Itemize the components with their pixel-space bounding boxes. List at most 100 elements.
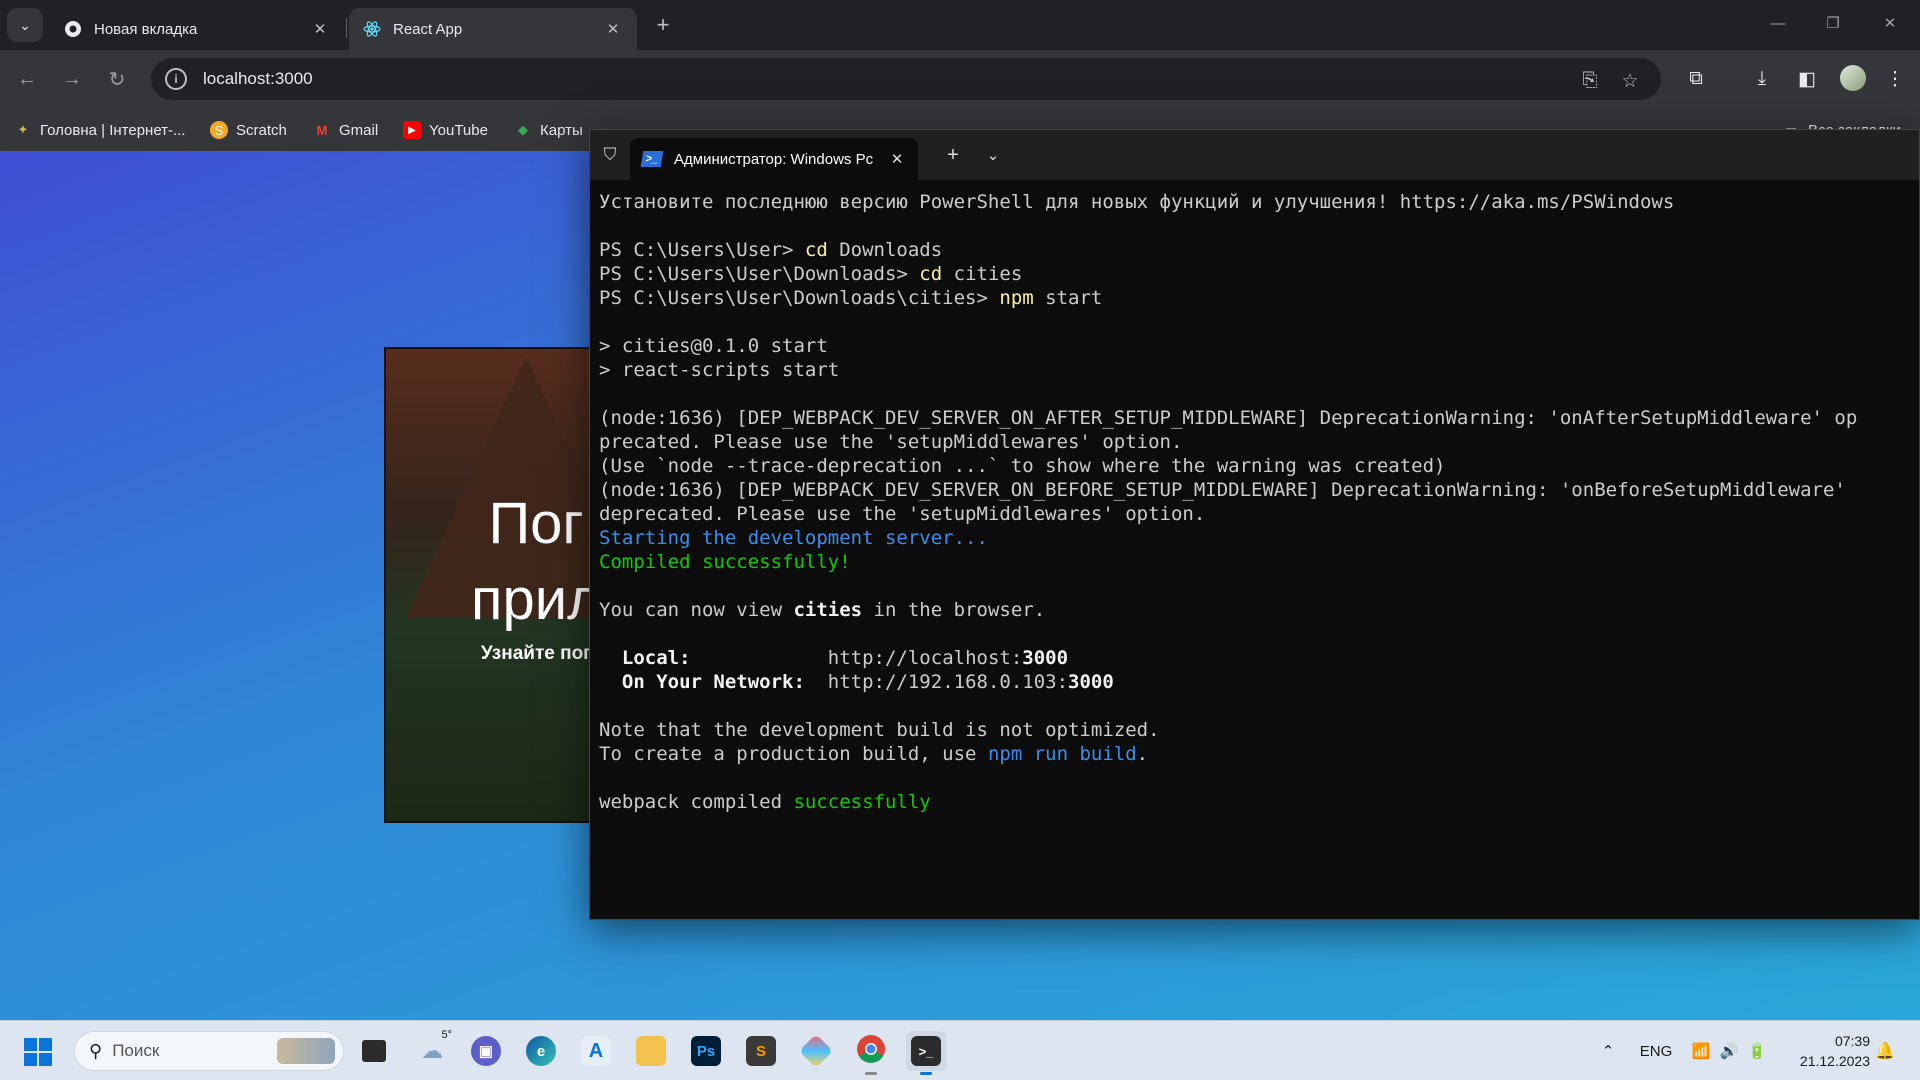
bookmark-label: Карты (540, 121, 583, 139)
bookmark-favicon: ✦ (17, 122, 29, 137)
close-terminal-tab-icon[interactable]: ✕ (888, 150, 906, 168)
diamond-app-icon (799, 1034, 833, 1068)
bookmark-item[interactable]: M Gmail (313, 117, 379, 143)
restore-icon[interactable]: ❐ (1811, 8, 1855, 38)
bookmark-star-icon[interactable]: ☆ (1617, 68, 1643, 94)
bookmark-item[interactable]: S Scratch (210, 117, 287, 143)
taskbar-search[interactable]: ⚲ Поиск (74, 1031, 344, 1071)
react-icon (363, 20, 381, 38)
system-clock[interactable]: 07:39 21.12.2023 (1786, 1031, 1870, 1071)
browser-toolbar: ← → ↻ i localhost:3000 ⎘ ☆ ⧉ ⤓ ◧ ⋮ (0, 50, 1920, 108)
chrome-icon (856, 1034, 886, 1069)
explorer-button[interactable] (631, 1031, 671, 1071)
terminal-button[interactable]: >_ (906, 1031, 946, 1075)
site-info-icon[interactable]: i (165, 68, 187, 90)
reload-icon[interactable]: ↻ (102, 64, 132, 94)
edge-icon: e (526, 1036, 556, 1066)
app-button[interactable] (796, 1031, 836, 1071)
search-icon: ⚲ (89, 1040, 103, 1061)
tab-title: Новая вкладка (94, 20, 198, 38)
start-button[interactable] (24, 1038, 52, 1066)
scratch-icon: S (210, 121, 228, 139)
terminal-line: webpack compiled successfully (599, 791, 931, 813)
bookmark-item[interactable]: ▶ YouTube (403, 117, 488, 143)
terminal-icon: >_ (911, 1036, 941, 1066)
terminal-output[interactable]: Установите последнюю версию PowerShell д… (599, 190, 1919, 919)
close-window-icon[interactable]: ✕ (1868, 8, 1912, 38)
terminal-titlebar: ⛉ >_ Администратор: Windows Pc ✕ + ⌄ (590, 130, 1919, 180)
terminal-line: (node:1636) [DEP_WEBPACK_DEV_SERVER_ON_B… (599, 479, 1846, 501)
side-panel-icon[interactable]: ◧ (1792, 64, 1822, 94)
terminal-line: precated. Please use the 'setupMiddlewar… (599, 431, 1183, 453)
battery-icon[interactable]: 🔋 (1746, 1039, 1768, 1063)
wifi-icon[interactable]: 📶 (1690, 1039, 1712, 1063)
tab-separator (346, 18, 347, 38)
chrome-icon (64, 20, 82, 38)
bookmark-item[interactable]: ✦ Головна | Інтернет-... (14, 117, 186, 143)
back-icon[interactable]: ← (12, 64, 42, 94)
terminal-line: PS C:\Users\User> cd Downloads (599, 239, 943, 261)
terminal-window: ⛉ >_ Администратор: Windows Pc ✕ + ⌄ Уст… (589, 129, 1920, 920)
task-view-icon (362, 1040, 386, 1062)
photoshop-icon: Ps (691, 1036, 721, 1066)
new-tab-button[interactable]: + (650, 12, 676, 38)
bookmark-label: Scratch (236, 121, 287, 139)
download-icon[interactable]: ⤓ (1747, 64, 1777, 94)
notification-bell-icon[interactable]: 🔔 (1874, 1039, 1896, 1063)
task-view-button[interactable] (354, 1031, 394, 1071)
sublime-button[interactable]: S (741, 1031, 781, 1071)
install-app-icon[interactable]: ⎘ (1577, 68, 1603, 94)
bookmark-label: YouTube (429, 121, 488, 139)
profile-avatar[interactable] (1840, 65, 1866, 91)
tab-search-button[interactable]: ⌄ (7, 8, 43, 42)
close-tab-icon[interactable]: ✕ (310, 19, 330, 39)
forward-icon[interactable]: → (57, 64, 87, 94)
menu-kebab-icon[interactable]: ⋮ (1880, 64, 1910, 94)
teams-button[interactable]: ▣ (466, 1031, 506, 1071)
terminal-line: PS C:\Users\User\Downloads\cities> npm s… (599, 287, 1103, 309)
terminal-line: You can now view cities in the browser. (599, 599, 1046, 621)
bookmark-label: Головна | Інтернет-... (40, 121, 186, 139)
tab-new-tab[interactable]: Новая вкладка ✕ (50, 8, 344, 50)
extensions-icon[interactable]: ⧉ (1681, 64, 1711, 94)
admin-shield-icon: ⛉ (603, 145, 617, 164)
terminal-tab[interactable]: >_ Администратор: Windows Pc ✕ (630, 138, 918, 180)
close-tab-icon[interactable]: ✕ (603, 19, 623, 39)
sublime-icon: S (746, 1036, 776, 1066)
edge-button[interactable]: e (521, 1031, 561, 1071)
terminal-line: (node:1636) [DEP_WEBPACK_DEV_SERVER_ON_A… (599, 407, 1858, 429)
tab-title: React App (393, 20, 463, 38)
terminal-line: Compiled successfully! (599, 551, 851, 573)
terminal-line: Note that the development build is not o… (599, 719, 1160, 741)
weather-widget[interactable]: ☁ 5° (412, 1029, 452, 1071)
url-text: localhost:3000 (203, 69, 313, 88)
new-terminal-tab-button[interactable]: + (940, 142, 966, 168)
minimize-icon[interactable]: — (1756, 8, 1800, 38)
chevron-down-icon: ⌄ (19, 16, 31, 33)
terminal-line: > react-scripts start (599, 359, 840, 381)
chrome-button[interactable] (851, 1031, 891, 1075)
cloud-icon: ☁ (421, 1038, 443, 1063)
terminal-dropdown-icon[interactable]: ⌄ (980, 142, 1006, 168)
store-button[interactable]: A (576, 1031, 616, 1071)
terminal-line: deprecated. Please use the 'setupMiddlew… (599, 503, 1206, 525)
volume-icon[interactable]: 🔊 (1718, 1039, 1740, 1063)
terminal-line: Установите последнюю версию PowerShell д… (599, 191, 1675, 213)
bookmark-item[interactable]: ◆ Карты (514, 117, 583, 143)
photoshop-button[interactable]: Ps (686, 1031, 726, 1071)
tab-react-app[interactable]: React App ✕ (349, 8, 637, 50)
youtube-icon: ▶ (403, 121, 421, 139)
terminal-line: Local: http://localhost:3000 (621, 647, 1069, 669)
search-placeholder: Поиск (112, 1041, 160, 1060)
show-hidden-icons-chevron-icon[interactable]: ⌃ (1596, 1039, 1620, 1063)
language-indicator[interactable]: ENG (1638, 1039, 1674, 1063)
terminal-line: (Use `node --trace-deprecation ...` to s… (599, 455, 1446, 477)
address-bar[interactable]: i localhost:3000 ⎘ ☆ (151, 58, 1661, 100)
